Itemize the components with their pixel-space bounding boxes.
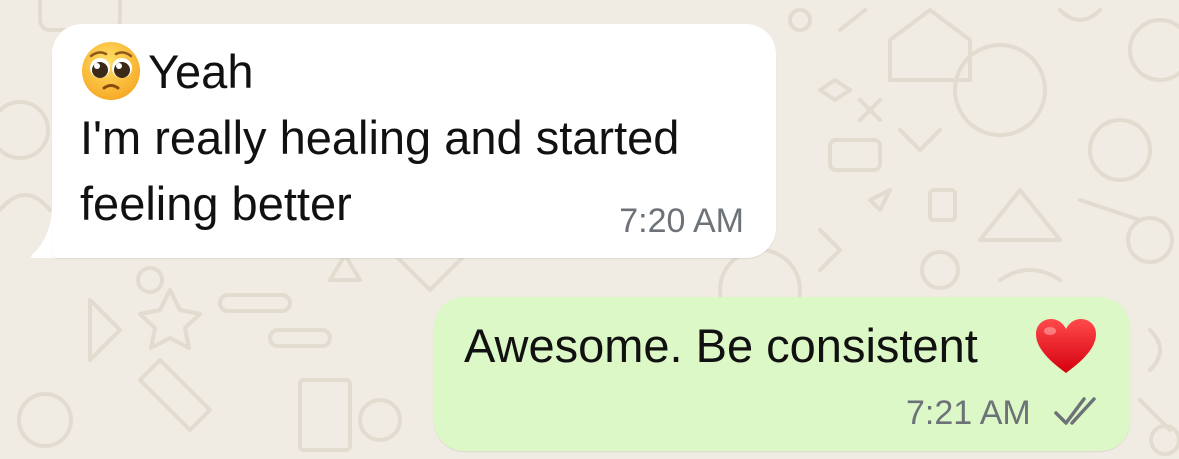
- message-text-line-3: feeling better: [80, 177, 352, 230]
- message-text: Awesome. Be consistent: [464, 319, 978, 372]
- message-text-line-1: Yeah: [148, 45, 254, 98]
- red-heart-icon: [1036, 319, 1096, 373]
- message-timestamp: 7:20 AM: [619, 202, 744, 240]
- message-text-line-2: I'm really healing and started: [80, 111, 680, 164]
- outgoing-message-bubble[interactable]: Awesome. Be consistent 7:21 AM: [434, 297, 1130, 451]
- incoming-message-bubble[interactable]: Yeah I'm really healing and started feel…: [52, 24, 776, 258]
- message-timestamp: 7:21 AM: [906, 394, 1031, 432]
- pleading-face-icon: [82, 42, 140, 100]
- double-check-icon: [1054, 397, 1096, 425]
